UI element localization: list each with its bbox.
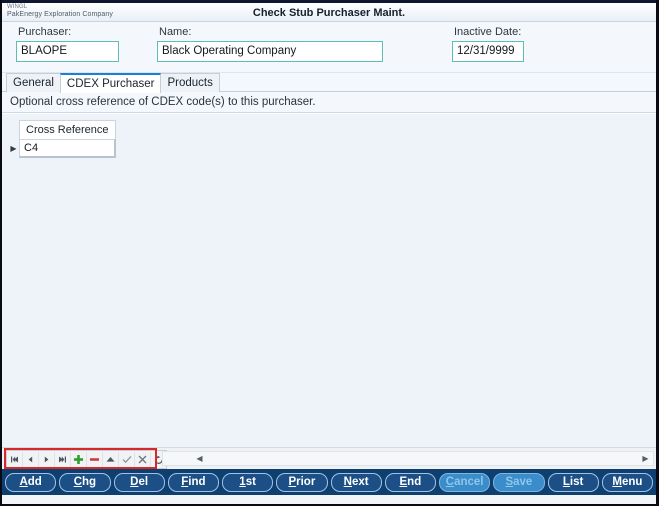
record-navigator-strip: ◀ ▶ — [2, 447, 656, 469]
grid-header-row: Cross Reference — [8, 120, 116, 139]
window-title: Check Stub Purchaser Maint. — [252, 7, 406, 19]
prior-button-label: Prior — [288, 476, 316, 488]
first-record-icon[interactable] — [7, 452, 23, 467]
add-button-label: Add — [19, 476, 42, 488]
cancel-edit-cross-icon[interactable] — [135, 452, 151, 467]
tab-products[interactable]: Products — [160, 73, 220, 92]
column-header-cross-reference[interactable]: Cross Reference — [19, 120, 116, 139]
cdex-cross-reference-panel: Cross Reference ▶ C4 — [2, 113, 656, 447]
inactive-date-label: Inactive Date: — [454, 26, 522, 38]
list-button[interactable]: List — [547, 472, 599, 492]
name-label: Name: — [159, 26, 192, 38]
scroll-left-icon[interactable]: ◀ — [193, 452, 206, 465]
cell-cross-reference[interactable]: C4 — [19, 139, 116, 158]
first-button-label: 1st — [239, 476, 256, 488]
end-button[interactable]: End — [384, 472, 436, 492]
cancel-button[interactable]: Cancel — [439, 472, 491, 492]
insert-record-icon[interactable] — [71, 452, 87, 467]
purchaser-label: Purchaser: — [18, 26, 72, 38]
inactive-date-input[interactable]: 12/31/9999 — [452, 41, 524, 62]
tab-general[interactable]: General — [6, 73, 61, 92]
tab-description-text: Optional cross reference of CDEX code(s)… — [2, 92, 656, 113]
del-button-label: Del — [130, 476, 149, 488]
post-edit-check-icon[interactable] — [119, 452, 135, 467]
chg-button-label: Chg — [73, 476, 97, 488]
purchaser-input[interactable]: BLAOPE — [16, 41, 119, 62]
name-field-group: Name: Black Operating Company — [157, 26, 383, 62]
name-input[interactable]: Black Operating Company — [157, 41, 383, 62]
menu-button-label: Menu — [612, 476, 643, 488]
menu-button[interactable]: Menu — [601, 472, 653, 492]
next-record-icon[interactable] — [39, 452, 55, 467]
form-header: Purchaser: BLAOPE Name: Black Operating … — [2, 22, 656, 73]
tab-cdex-purchaser[interactable]: CDEX Purchaser — [59, 73, 162, 93]
find-button[interactable]: Find — [167, 472, 219, 492]
save-button-label: Save — [505, 476, 533, 488]
list-button-label: List — [562, 476, 584, 488]
add-button[interactable]: Add — [5, 472, 57, 492]
scroll-right-icon[interactable]: ▶ — [639, 452, 652, 465]
end-button-label: End — [399, 476, 422, 488]
delete-record-icon[interactable] — [87, 452, 103, 467]
cancel-button-label: Cancel — [445, 476, 484, 488]
del-button[interactable]: Del — [113, 472, 165, 492]
current-row-indicator-icon: ▶ — [10, 144, 17, 153]
grid-horizontal-scrollbar[interactable]: ◀ ▶ — [162, 451, 654, 466]
grid-header-gutter — [8, 120, 19, 139]
save-button[interactable]: Save — [493, 472, 545, 492]
chg-button[interactable]: Chg — [59, 472, 111, 492]
next-button[interactable]: Next — [330, 472, 382, 492]
tab-strip: General CDEX Purchaser Products — [2, 73, 656, 93]
first-button[interactable]: 1st — [222, 472, 274, 492]
cross-reference-grid[interactable]: Cross Reference ▶ C4 — [8, 120, 116, 158]
check-stub-purchaser-window: WINGL PakEnergy Exploration Company Chec… — [0, 0, 659, 506]
title-bar: WINGL PakEnergy Exploration Company Chec… — [2, 0, 656, 22]
edit-record-icon[interactable] — [103, 452, 119, 467]
next-button-label: Next — [343, 476, 369, 488]
prior-button[interactable]: Prior — [276, 472, 328, 492]
action-button-bar: Add Chg Del Find 1st Prior Next End Canc… — [2, 469, 656, 495]
find-button-label: Find — [181, 476, 206, 488]
table-row[interactable]: ▶ C4 — [8, 139, 116, 158]
inactive-date-field-group: Inactive Date: 12/31/9999 — [452, 26, 524, 62]
purchaser-field-group: Purchaser: BLAOPE — [16, 26, 119, 62]
record-navigator[interactable] — [6, 450, 167, 469]
last-record-icon[interactable] — [55, 452, 71, 467]
prior-record-icon[interactable] — [23, 452, 39, 467]
